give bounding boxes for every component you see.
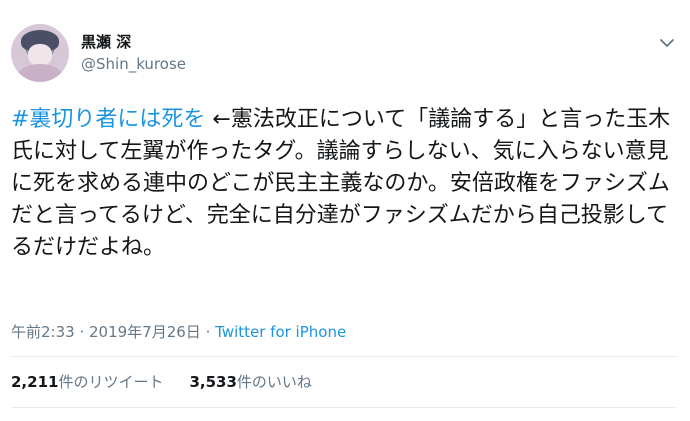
tweet-text: #裏切り者には死を ←憲法改正について「議論する」と言った玉木氏に対して左翼が作… — [11, 104, 671, 264]
retweets-count: 2,211 — [11, 373, 59, 391]
chevron-down-icon[interactable] — [658, 34, 676, 52]
tweet-header: 黒瀬 深 @Shin_kurose — [11, 24, 676, 84]
divider — [11, 356, 676, 357]
tweet-time[interactable]: 午前2:33 — [11, 323, 75, 341]
meta-separator: · — [74, 323, 89, 341]
tweet-meta: 午前2:33 · 2019年7月26日 · Twitter for iPhone — [11, 322, 346, 342]
avatar-body — [17, 64, 63, 82]
user-names: 黒瀬 深 @Shin_kurose — [81, 32, 186, 74]
avatar[interactable] — [11, 24, 69, 82]
tweet-stats: 2,211件のリツイート 3,533件のいいね — [11, 372, 312, 392]
avatar-face — [28, 44, 52, 66]
retweets-label: 件のリツイート — [58, 373, 164, 391]
likes-label: 件のいいね — [236, 373, 312, 391]
meta-separator-2: · — [200, 323, 216, 341]
display-name[interactable]: 黒瀬 深 — [81, 32, 186, 52]
likes-count: 3,533 — [189, 373, 237, 391]
hashtag-link[interactable]: #裏切り者には死を — [11, 107, 205, 132]
user-handle[interactable]: @Shin_kurose — [81, 54, 186, 74]
tweet-date[interactable]: 2019年7月26日 — [89, 323, 201, 341]
likes-stat[interactable]: 3,533件のいいね — [189, 373, 311, 391]
tweet-card: 黒瀬 深 @Shin_kurose #裏切り者には死を ←憲法改正について「議論… — [0, 0, 690, 421]
divider-bottom — [11, 407, 676, 408]
tweet-source[interactable]: Twitter for iPhone — [215, 323, 346, 341]
retweets-stat[interactable]: 2,211件のリツイート — [11, 373, 163, 391]
